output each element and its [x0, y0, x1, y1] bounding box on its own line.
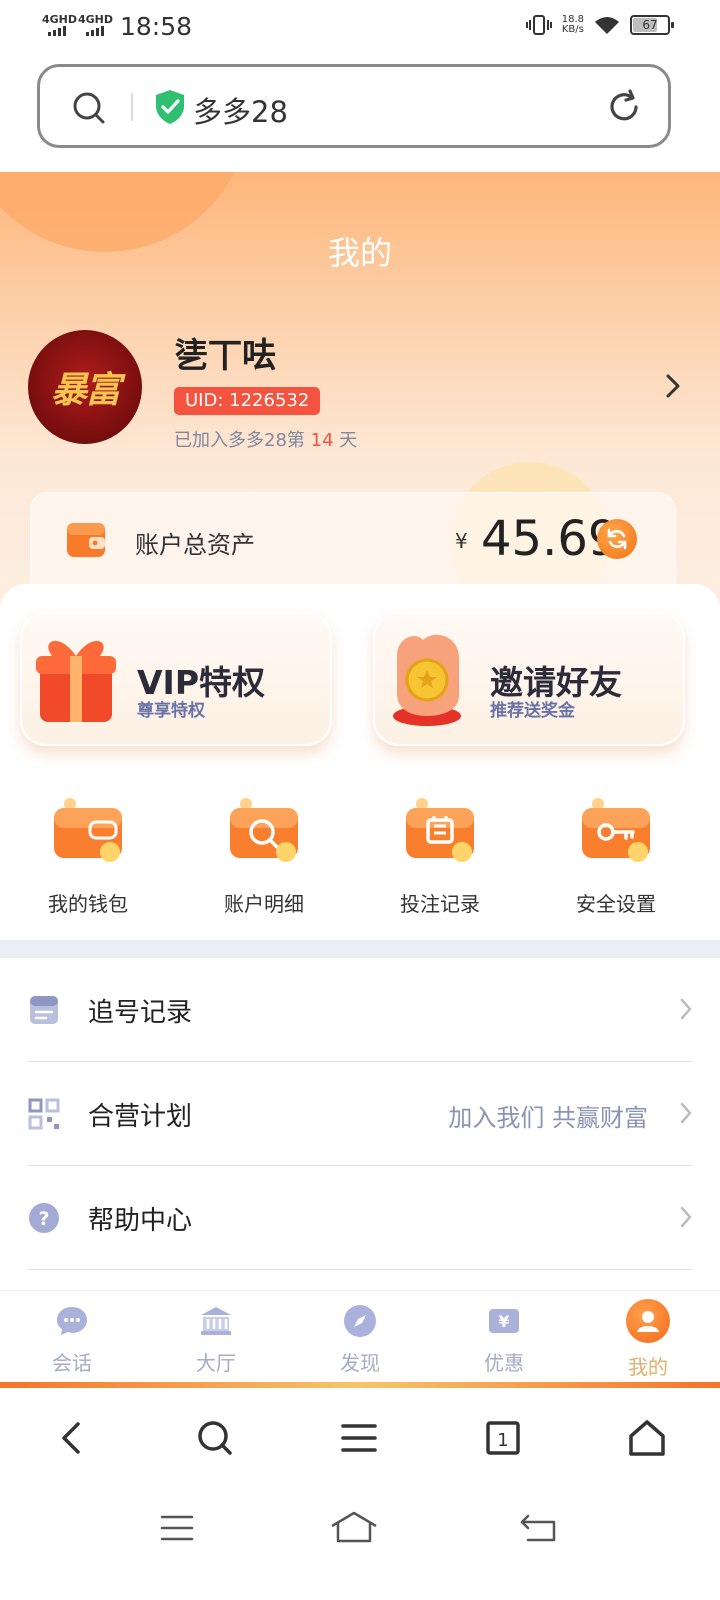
record-icon: [406, 798, 474, 862]
quick-action-label: 我的钱包: [48, 892, 128, 916]
invite-subtitle: 推荐送奖金: [490, 701, 575, 721]
magnifier-icon: [230, 798, 298, 862]
qr-code-icon: [28, 1098, 60, 1130]
avatar[interactable]: 暴富: [28, 330, 142, 444]
menu-item-help-center[interactable]: ? 帮助中心: [28, 1166, 692, 1270]
menu-item-label: 追号记录: [88, 998, 193, 1028]
clock: 18:58: [120, 12, 193, 41]
page-title: 我的: [327, 234, 392, 272]
invite-friends-card[interactable]: 邀请好友 推荐送奖金: [373, 612, 685, 746]
chevron-right-icon: [680, 1206, 692, 1228]
main-panel: VIP特权 尊享特权 邀请好友 推荐送奖金 我的钱包 账户明细 投注记录 安全设…: [0, 584, 720, 944]
wifi-icon: [595, 17, 619, 34]
tabs-count-icon[interactable]: 1: [485, 1420, 521, 1456]
gift-box-icon: [36, 640, 116, 722]
battery-icon: 67: [630, 15, 674, 35]
signal-bars-1-icon: [48, 26, 66, 36]
network-speed: 18.8 KB/s: [561, 14, 584, 35]
tab-label: 发现: [340, 1351, 380, 1375]
back-icon[interactable]: [54, 1420, 90, 1456]
search-icon[interactable]: [197, 1420, 233, 1456]
quick-action-wallet[interactable]: 我的钱包: [0, 796, 176, 917]
key-icon: [582, 798, 650, 862]
refresh-balance-button[interactable]: [597, 519, 637, 559]
yen-ticket-icon: ¥: [486, 1303, 522, 1339]
url-text[interactable]: 多多28: [193, 89, 288, 131]
chevron-right-icon: [680, 1102, 692, 1124]
signal-label-2: 4GHD: [78, 13, 114, 26]
browser-address-bar[interactable]: 多多28: [37, 64, 671, 148]
back-nav-icon[interactable]: [520, 1512, 556, 1542]
help-icon: ?: [29, 1203, 59, 1233]
status-bar: 4GHD 4GHD 18:58 18.8 KB/s 67: [0, 0, 720, 56]
menu-item-label: 帮助中心: [88, 1206, 193, 1236]
tab-label: 我的: [628, 1355, 668, 1379]
menu-item-chase-records[interactable]: 追号记录: [28, 958, 692, 1062]
tab-promotions[interactable]: ¥ 优惠: [432, 1291, 576, 1386]
tab-bar-accent-line: [0, 1382, 720, 1388]
system-nav-bar: [0, 1490, 720, 1570]
tab-label: 会话: [52, 1351, 92, 1375]
menu-icon[interactable]: [341, 1420, 377, 1456]
wallet-icon: [67, 523, 105, 557]
quick-action-label: 投注记录: [400, 892, 480, 916]
menu-item-label: 合营计划: [88, 1102, 193, 1132]
menu-list: 追号记录 合营计划 加入我们 共赢财富 ? 帮助中心: [0, 958, 720, 1270]
uid-badge: UID: 1226532: [174, 387, 321, 415]
quick-actions: 我的钱包 账户明细 投注记录 安全设置: [0, 796, 720, 917]
shield-check-icon: [156, 90, 184, 124]
svg-text:1: 1: [497, 1430, 508, 1451]
tab-hall[interactable]: 大厅: [144, 1291, 288, 1386]
quick-action-security-settings[interactable]: 安全设置: [528, 796, 704, 917]
compass-icon: [342, 1303, 378, 1339]
total-assets-label: 账户总资产: [135, 531, 255, 559]
svg-text:¥: ¥: [498, 1312, 509, 1331]
tab-discover[interactable]: 发现: [288, 1291, 432, 1386]
tab-mine[interactable]: 我的: [576, 1291, 720, 1386]
refresh-icon: [607, 528, 627, 550]
bottom-tab-bar: 会话 大厅 发现 ¥ 优惠 我的: [0, 1290, 720, 1386]
wallet-icon: [54, 798, 122, 862]
vip-subtitle: 尊享特权: [137, 701, 205, 721]
search-icon[interactable]: [72, 91, 106, 125]
browser-toolbar: 1: [0, 1390, 720, 1486]
joined-days-text: 已加入多多28第 14 天: [174, 430, 358, 451]
menu-item-partnership[interactable]: 合营计划 加入我们 共赢财富: [28, 1062, 692, 1166]
home-nav-icon[interactable]: [330, 1510, 378, 1544]
tab-label: 大厅: [196, 1351, 236, 1375]
chevron-right-icon: [680, 998, 692, 1020]
clipboard-icon: [30, 996, 58, 1024]
reload-icon[interactable]: [606, 89, 642, 125]
user-icon: [626, 1299, 670, 1343]
quick-action-account-details[interactable]: 账户明细: [176, 796, 352, 917]
signal-bars-2-icon: [86, 26, 104, 36]
hall-icon: [198, 1303, 234, 1339]
home-icon[interactable]: [628, 1419, 666, 1457]
vibrate-icon: [525, 15, 552, 35]
section-divider: [0, 940, 720, 958]
tab-label: 优惠: [484, 1351, 524, 1375]
menu-item-extra: 加入我们 共赢财富: [448, 1104, 648, 1132]
profile-header: 我的 暴富 乼丅呿 UID: 1226532 已加入多多28第 14 天 账户总…: [0, 172, 720, 612]
quick-action-bet-records[interactable]: 投注记录: [352, 796, 528, 917]
vip-privilege-card[interactable]: VIP特权 尊享特权: [20, 612, 332, 746]
chevron-right-icon[interactable]: [666, 374, 680, 398]
recents-icon[interactable]: [160, 1514, 194, 1542]
svg-text:?: ?: [38, 1208, 49, 1230]
currency-symbol: ¥: [455, 529, 468, 553]
chat-icon: [54, 1303, 90, 1339]
address-divider: [131, 93, 133, 121]
quick-action-label: 安全设置: [576, 892, 656, 916]
username: 乼丅呿: [174, 336, 276, 376]
quick-action-label: 账户明细: [224, 892, 304, 916]
coin-hand-icon: [393, 634, 461, 726]
signal-label-1: 4GHD: [42, 13, 78, 26]
tab-chat[interactable]: 会话: [0, 1291, 144, 1386]
